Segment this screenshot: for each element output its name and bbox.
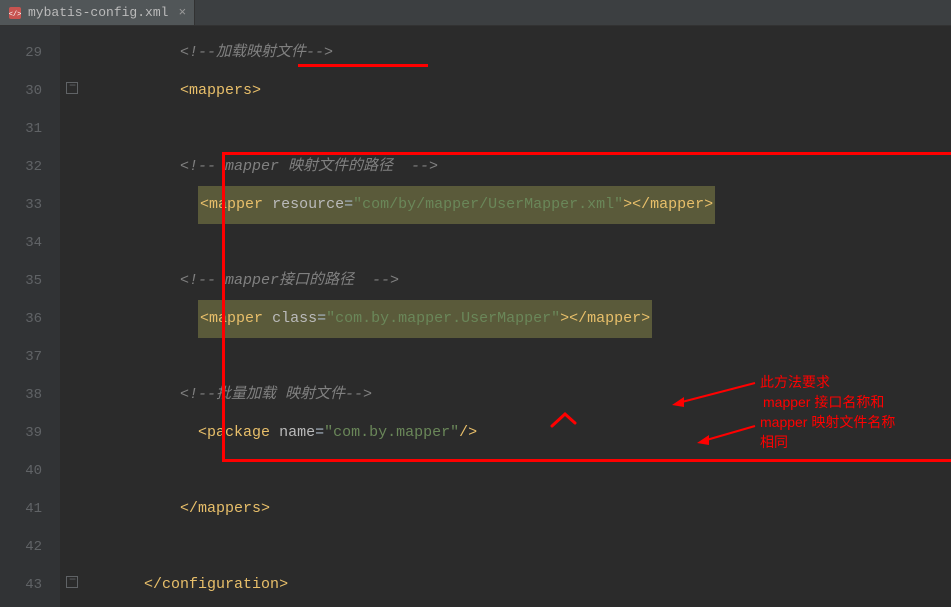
fold-marker-icon[interactable]: [66, 576, 78, 588]
code-line: [90, 528, 951, 566]
line-number: 38: [0, 376, 60, 414]
line-number: 40: [0, 452, 60, 490]
annotation-text: 此方法要求: [760, 372, 830, 392]
line-number: 33: [0, 186, 60, 224]
svg-text:</>: </>: [9, 11, 22, 19]
tab-bar: </> mybatis-config.xml ×: [0, 0, 951, 26]
code-line: </configuration>: [90, 566, 951, 604]
code-line: <!-- mapper接口的路径 -->: [90, 262, 951, 300]
line-number: 42: [0, 528, 60, 566]
annotation-text: mapper 映射文件名称: [760, 412, 895, 432]
tab-filename: mybatis-config.xml: [28, 5, 168, 20]
code-line: <mapper resource="com/by/mapper/UserMapp…: [90, 186, 951, 224]
code-line: [90, 110, 951, 148]
line-number: 36: [0, 300, 60, 338]
code-line: [90, 224, 951, 262]
editor: 29 30 31 32 33 34 35 36 37 38 39 40 41 4…: [0, 26, 951, 607]
code-line: <mapper class="com.by.mapper.UserMapper"…: [90, 300, 951, 338]
code-line: [90, 338, 951, 376]
line-number: 39: [0, 414, 60, 452]
annotation-text: 相同: [760, 432, 788, 452]
line-number: 29: [0, 34, 60, 72]
fold-marker-icon[interactable]: [66, 82, 78, 94]
fold-column: [60, 26, 90, 607]
code-line: [90, 452, 951, 490]
line-number: 30: [0, 72, 60, 110]
line-number: 41: [0, 490, 60, 528]
line-number: 43: [0, 566, 60, 604]
xml-file-icon: </>: [8, 6, 22, 20]
line-number: 37: [0, 338, 60, 376]
line-number: 35: [0, 262, 60, 300]
code-line: <mappers>: [90, 72, 951, 110]
code-line: </mappers>: [90, 490, 951, 528]
close-icon[interactable]: ×: [178, 5, 186, 20]
line-number: 32: [0, 148, 60, 186]
code-line: <!--加载映射文件-->: [90, 34, 951, 72]
line-gutter: 29 30 31 32 33 34 35 36 37 38 39 40 41 4…: [0, 26, 60, 607]
line-number: 31: [0, 110, 60, 148]
code-line: <!-- mapper 映射文件的路径 -->: [90, 148, 951, 186]
code-area[interactable]: <!--加载映射文件--> <mappers> <!-- mapper 映射文件…: [90, 26, 951, 607]
file-tab[interactable]: </> mybatis-config.xml ×: [0, 0, 195, 25]
annotation-text: mapper 接口名称和: [763, 392, 884, 412]
line-number: 34: [0, 224, 60, 262]
